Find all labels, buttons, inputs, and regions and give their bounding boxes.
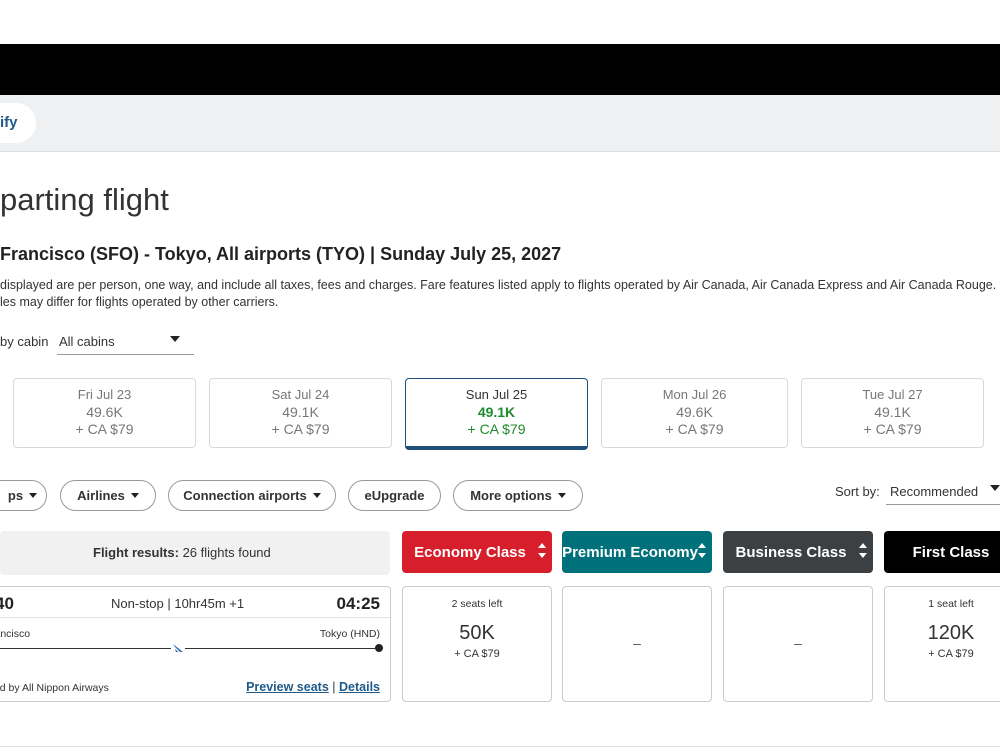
- sort-value: Recommended: [890, 484, 979, 499]
- date-label: Sun Jul 25: [465, 387, 528, 402]
- cabin-header-label: Business Class: [735, 544, 847, 561]
- date-fee: + CA $79: [467, 421, 526, 437]
- cabin-header-premium-economy[interactable]: Premium Economy: [562, 531, 712, 573]
- date-fee: + CA $79: [75, 421, 134, 437]
- cabin-header-label: First Class: [912, 544, 990, 561]
- divider: [0, 746, 1000, 747]
- sort-label: Sort by:: [835, 484, 880, 499]
- seats-left: 1 seat left: [928, 598, 974, 610]
- more-options-label: More options: [470, 488, 552, 503]
- date-label: Sat Jul 24: [271, 387, 330, 402]
- fare-premium-economy: –: [562, 586, 712, 702]
- date-fee: + CA $79: [271, 421, 330, 437]
- cabin-header-business[interactable]: Business Class: [723, 531, 873, 573]
- origin-city: rancisco: [0, 628, 31, 640]
- fare-economy[interactable]: 2 seats left 50K + CA $79: [402, 586, 552, 702]
- airlines-filter-button[interactable]: Airlines: [60, 480, 156, 511]
- cabin-header-label: Economy Class: [414, 544, 526, 561]
- fare-fee: + CA $79: [928, 648, 974, 660]
- fare-business: –: [723, 586, 873, 702]
- date-points: 49.1K: [874, 404, 911, 420]
- date-card-sun-jul-25[interactable]: Sun Jul 25 49.1K + CA $79: [405, 378, 588, 450]
- cabin-filter-value: All cabins: [59, 334, 115, 349]
- date-points: 49.1K: [282, 404, 319, 420]
- connection-filter-label: Connection airports: [183, 488, 307, 503]
- fare-points: 50K: [459, 622, 495, 644]
- arrival-dot: [375, 644, 383, 652]
- arrival-time: 04:25: [336, 594, 380, 613]
- fare-fee: + CA $79: [454, 648, 500, 660]
- airlines-filter-label: Airlines: [77, 488, 125, 503]
- date-card-fri-jul-23[interactable]: Fri Jul 23 49.6K + CA $79: [13, 378, 196, 448]
- route-summary: Francisco (SFO) - Tokyo, All airports (T…: [0, 244, 562, 264]
- results-label: Flight results:: [93, 545, 179, 560]
- chevron-down-icon: [170, 336, 180, 342]
- date-card-tue-jul-27[interactable]: Tue Jul 27 49.1K + CA $79: [801, 378, 984, 448]
- modify-search-button[interactable]: ify: [0, 103, 36, 143]
- sort-arrows-icon: [859, 543, 867, 559]
- fare-unavailable: –: [633, 635, 641, 651]
- top-blank-area: [0, 0, 1000, 44]
- date-points: 49.1K: [477, 404, 516, 420]
- connection-airports-filter-button[interactable]: Connection airports: [168, 480, 336, 511]
- more-options-filter-button[interactable]: More options: [453, 480, 583, 511]
- flight-card: 40 Non-stop | 10hr45m +1 04:25 rancisco …: [0, 586, 391, 702]
- results-count: 26 flights found: [182, 545, 271, 560]
- date-points: 49.6K: [86, 404, 123, 420]
- cabin-header-first[interactable]: First Class: [884, 531, 1000, 573]
- flight-links: Preview seats | Details: [246, 680, 380, 694]
- chevron-down-icon: [557, 493, 566, 498]
- search-summary-bar: ify: [0, 95, 1000, 152]
- page-title: parting flight: [0, 182, 169, 217]
- date-points: 49.6K: [676, 404, 713, 420]
- cabin-header-label: Premium Economy: [562, 544, 698, 561]
- sort-select[interactable]: Recommended: [886, 479, 1000, 505]
- cabin-filter-select[interactable]: All cabins: [57, 331, 194, 355]
- stops-filter-button[interactable]: ps: [0, 480, 47, 511]
- top-navigation-bar: [0, 44, 1000, 95]
- date-label: Fri Jul 23: [77, 387, 132, 402]
- eupgrade-filter-label: eUpgrade: [364, 488, 425, 503]
- chevron-down-icon: [990, 485, 1000, 491]
- airline-logo-icon: [171, 641, 185, 655]
- date-card-sat-jul-24[interactable]: Sat Jul 24 49.1K + CA $79: [209, 378, 392, 448]
- sort-arrows-icon: [698, 543, 706, 559]
- disclaimer-line-1: displayed are per person, one way, and i…: [0, 278, 1000, 292]
- operated-by: ted by All Nippon Airways: [0, 682, 109, 694]
- seats-left: 2 seats left: [451, 598, 503, 610]
- fare-disclaimer: displayed are per person, one way, and i…: [0, 277, 1000, 311]
- link-separator: |: [332, 680, 336, 694]
- flight-duration: Non-stop | 10hr45m +1: [111, 596, 245, 611]
- chevron-down-icon: [130, 493, 139, 498]
- route-line: [0, 648, 379, 649]
- fare-unavailable: –: [794, 635, 802, 651]
- chevron-down-icon: [312, 493, 321, 498]
- date-label: Tue Jul 27: [862, 387, 923, 402]
- disclaimer-line-2: les may differ for flights operated by o…: [0, 295, 279, 309]
- preview-seats-link[interactable]: Preview seats: [246, 680, 329, 694]
- date-fee: + CA $79: [665, 421, 724, 437]
- fare-points: 120K: [927, 622, 975, 644]
- stops-filter-label: ps: [7, 488, 24, 503]
- departure-time: 40: [0, 594, 14, 613]
- fare-first[interactable]: 1 seat left 120K + CA $79: [884, 586, 1000, 702]
- flight-card-header: 40 Non-stop | 10hr45m +1 04:25: [0, 587, 390, 618]
- cabin-header-economy[interactable]: Economy Class: [402, 531, 552, 573]
- date-card-mon-jul-26[interactable]: Mon Jul 26 49.6K + CA $79: [601, 378, 788, 448]
- date-label: Mon Jul 26: [662, 387, 727, 402]
- flight-results-summary: Flight results: 26 flights found: [0, 531, 390, 575]
- eupgrade-filter-button[interactable]: eUpgrade: [348, 480, 441, 511]
- sort-arrows-icon: [538, 543, 546, 559]
- destination-city: Tokyo (HND): [319, 628, 380, 640]
- cabin-filter-label: by cabin: [0, 334, 49, 349]
- chevron-down-icon: [29, 493, 38, 498]
- details-link[interactable]: Details: [339, 680, 380, 694]
- date-fee: + CA $79: [863, 421, 922, 437]
